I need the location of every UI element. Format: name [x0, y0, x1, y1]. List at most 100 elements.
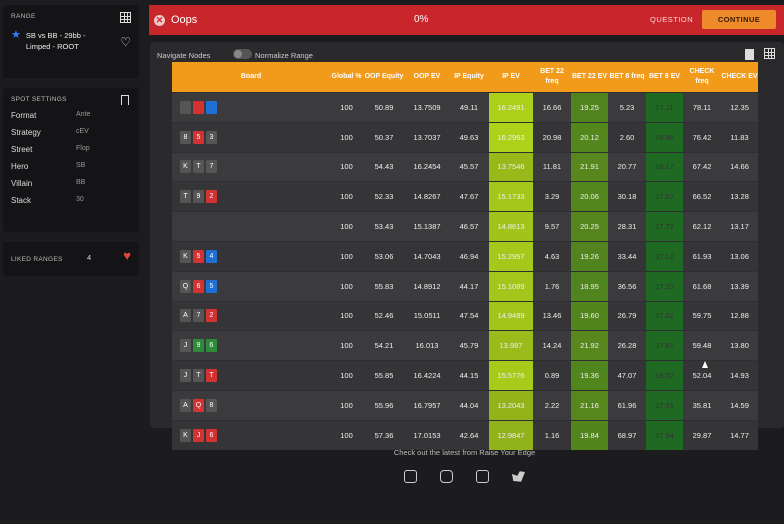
- star-icon[interactable]: ★: [11, 30, 21, 41]
- table-cell: 0.89: [533, 360, 571, 391]
- table-cell: 59.48: [683, 330, 721, 361]
- table-row[interactable]: K 5 4 100 53.06 14.7043 46.94 15.2957 4.63 19.26 3…: [172, 240, 758, 272]
- range-name[interactable]: SB vs BB - 29bb - Limped - ROOT: [26, 30, 86, 52]
- table-cell: 62.12: [683, 211, 721, 242]
- table-cell: 19.84: [571, 419, 608, 450]
- column-header[interactable]: OOP EV: [405, 62, 449, 93]
- liked-ranges-card[interactable]: LIKED RANGES 4 ♥: [3, 242, 139, 276]
- table-cell: 29.87: [683, 419, 721, 450]
- table-cell: 45.79: [449, 330, 489, 361]
- table-cell: 100: [330, 389, 363, 421]
- document-icon[interactable]: [745, 49, 754, 60]
- table-cell: 19.26: [571, 240, 608, 272]
- table-cell: 19.60: [571, 300, 608, 331]
- heart-icon[interactable]: ♡: [120, 35, 131, 49]
- question-button[interactable]: QUESTION: [650, 15, 693, 24]
- table-cell: 13.987: [489, 330, 533, 361]
- table-cell: 52.33: [363, 181, 405, 212]
- card: J: [180, 369, 191, 383]
- youtube-icon[interactable]: [404, 470, 417, 483]
- card: [206, 100, 217, 114]
- close-icon[interactable]: ✕: [154, 14, 165, 26]
- column-header[interactable]: OOP Equity: [363, 62, 405, 93]
- column-header[interactable]: CHECK freq: [683, 62, 721, 93]
- table-cell: 11.83: [721, 121, 758, 153]
- continue-button[interactable]: CONTINUE: [702, 10, 776, 29]
- column-header[interactable]: BET 22 freq: [533, 62, 571, 93]
- table-row[interactable]: A Q 8 100 55.96 16.7957 44.04 13.2043 2.22 21.16 6…: [172, 389, 758, 421]
- range-title: RANGE: [11, 13, 36, 20]
- bookmark-icon[interactable]: [121, 95, 129, 105]
- spot-setting-row: Format Ante: [11, 111, 131, 120]
- navigate-nodes-label: Navigate Nodes: [157, 51, 211, 60]
- column-header[interactable]: BET 8 EV: [646, 62, 683, 93]
- table-cell: 13.7037: [405, 121, 449, 153]
- table-cell: 61.93: [683, 240, 721, 272]
- table-cell: 16.7957: [405, 389, 449, 421]
- table-cell: 16.2491: [489, 92, 533, 123]
- table-cell: 46.94: [449, 240, 489, 272]
- table-cell: 13.7509: [405, 92, 449, 123]
- left-panel: RANGE ★ SB vs BB - 29bb - Limped - ROOT …: [3, 5, 139, 286]
- instagram-icon[interactable]: [440, 470, 453, 483]
- table-cell: 21.92: [571, 330, 608, 361]
- board-cell: [172, 92, 330, 123]
- spot-setting-value: Ante: [76, 111, 91, 118]
- facebook-icon[interactable]: [476, 470, 489, 483]
- board-cell: 853: [172, 121, 330, 153]
- table-cell: 13.80: [721, 330, 758, 361]
- table-cell: 28.31: [608, 211, 646, 242]
- table-cell: 16.4224: [405, 360, 449, 391]
- card: 5: [193, 130, 204, 144]
- table-cell: 50.37: [363, 121, 405, 153]
- card: Q: [193, 398, 204, 412]
- table-cell: 14.24: [533, 330, 571, 361]
- table-cell: 17.0153: [405, 419, 449, 450]
- table-row[interactable]: 100 50.89 13.7509 49.11 16.2491 16.66 19.25 5.2…: [172, 92, 758, 123]
- table-cell: 19.25: [571, 92, 608, 123]
- column-header[interactable]: BET 8 freq: [608, 62, 646, 93]
- grid-icon[interactable]: [120, 12, 131, 23]
- table-row[interactable]: 100 53.43 15.1387 46.57 14.8613 9.57 20.25 28.3…: [172, 211, 758, 242]
- card: 7: [206, 160, 217, 174]
- column-header[interactable]: Global %: [330, 62, 363, 93]
- twitter-icon[interactable]: [512, 471, 525, 482]
- table-row[interactable]: A 7 2 100 52.46 15.0511 47.54 14.9489 13.46 19.60…: [172, 300, 758, 331]
- result-title: Oops: [171, 14, 198, 26]
- table-row[interactable]: J T T 100 55.85 16.4224 44.15 15.5776 0.89 19.36 4…: [172, 360, 758, 391]
- table-row[interactable]: K J 6 100 57.36 17.0153 42.64 12.9847 1.16 19.84 6…: [172, 419, 758, 450]
- table-cell: 2.22: [533, 389, 571, 421]
- table-cell: 47.54: [449, 300, 489, 331]
- spot-setting-key: Villain: [11, 179, 33, 188]
- column-header[interactable]: BET 22 EV: [571, 62, 608, 93]
- table-row[interactable]: 8 5 3 100 50.37 13.7037 49.63 16.2963 20.98 20.12…: [172, 121, 758, 153]
- heart-filled-icon[interactable]: ♥: [123, 248, 131, 263]
- table-cell: 16.2963: [489, 121, 533, 153]
- column-header[interactable]: IP EV: [489, 62, 533, 93]
- normalize-toggle[interactable]: [233, 49, 252, 59]
- table-row[interactable]: K T 7 100 54.43 16.2454 45.57 13.7546 11.81 21.91…: [172, 151, 758, 182]
- table-cell: 13.28: [721, 181, 758, 212]
- column-header[interactable]: Board: [172, 62, 330, 93]
- board-cell: J96: [172, 330, 330, 361]
- table-cell: 49.63: [449, 121, 489, 153]
- card: 2: [206, 309, 217, 323]
- table-row[interactable]: J 9 6 100 54.21 16.013 45.79 13.987 14.24 21.92 26…: [172, 330, 758, 361]
- grid-view-icon[interactable]: [764, 48, 775, 59]
- table-cell: 16.66: [533, 92, 571, 123]
- table-cell: 100: [330, 181, 363, 212]
- table-cell: 17.67: [646, 181, 683, 212]
- board-cell: Q65: [172, 270, 330, 302]
- table-cell: 53.06: [363, 240, 405, 272]
- table-cell: 42.64: [449, 419, 489, 450]
- spot-setting-key: Format: [11, 111, 37, 120]
- table-row[interactable]: Q 6 5 100 55.83 14.8912 44.17 15.1089 1.76 18.95 3…: [172, 270, 758, 302]
- card: 9: [193, 190, 204, 204]
- column-header[interactable]: CHECK EV: [721, 62, 758, 93]
- board-cell: KJ6: [172, 419, 330, 450]
- table-cell: 14.8267: [405, 181, 449, 212]
- table-cell: 100: [330, 419, 363, 450]
- column-header[interactable]: IP Equity: [449, 62, 489, 93]
- table-cell: 59.75: [683, 300, 721, 331]
- table-row[interactable]: T 9 2 100 52.33 14.8267 47.67 15.1733 3.29 20.06 3…: [172, 181, 758, 212]
